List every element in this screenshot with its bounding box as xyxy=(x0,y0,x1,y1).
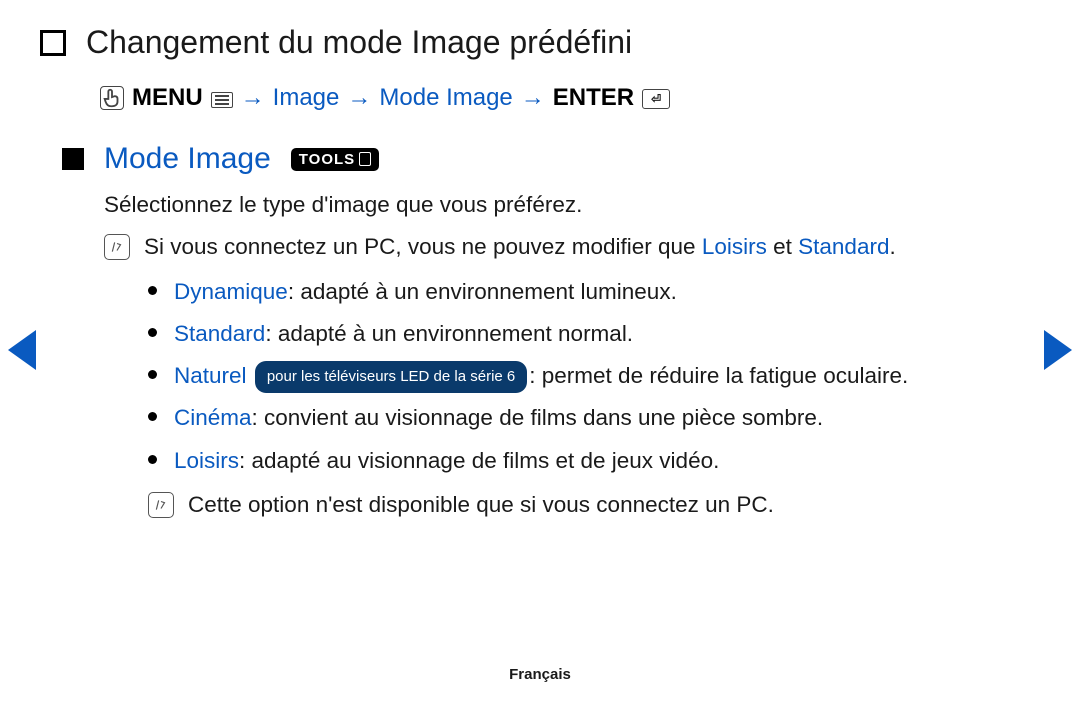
note1-standard: Standard xyxy=(798,234,889,259)
menu-icon xyxy=(211,92,233,108)
mode-label: Cinéma xyxy=(174,405,252,430)
hand-pointer-icon xyxy=(100,86,124,110)
prev-page-arrow-icon[interactable] xyxy=(8,330,36,370)
note2-text: Cette option n'est disponible que si vou… xyxy=(188,486,774,524)
arrow-icon: → xyxy=(347,84,371,112)
note-pc-only: Cette option n'est disponible que si vou… xyxy=(148,486,1020,524)
section-heading-row: Mode Image TOOLS xyxy=(62,142,379,176)
naturel-series-badge: pour les téléviseurs LED de la série 6 xyxy=(255,361,527,393)
arrow-icon: → xyxy=(241,84,265,112)
section-title: Mode Image xyxy=(104,142,271,176)
mode-desc: : convient au visionnage de films dans u… xyxy=(252,405,824,430)
mode-desc: : adapté à un environnement normal. xyxy=(265,321,633,346)
outline-square-bullet-icon xyxy=(40,30,66,56)
intro-text: Sélectionnez le type d'image que vous pr… xyxy=(104,186,1020,224)
mode-loisirs: Loisirs: adapté au visionnage de films e… xyxy=(148,442,1020,480)
tools-label: TOOLS xyxy=(299,151,355,168)
mode-standard: Standard: adapté à un environnement norm… xyxy=(148,315,1020,353)
mode-desc: : adapté à un environnement lumineux. xyxy=(288,279,677,304)
note-pc-modes: Si vous connectez un PC, vous ne pouvez … xyxy=(104,228,1020,266)
note-icon xyxy=(148,492,174,518)
mode-naturel: Naturel pour les téléviseurs LED de la s… xyxy=(148,357,1020,395)
mode-label: Loisirs xyxy=(174,448,239,473)
mode-label: Standard xyxy=(174,321,265,346)
nav-step-mode-image: Mode Image xyxy=(379,84,512,112)
enter-label: ENTER xyxy=(553,84,634,112)
note-text: Si vous connectez un PC, vous ne pouvez … xyxy=(144,228,896,266)
next-page-arrow-icon[interactable] xyxy=(1044,330,1072,370)
mode-list: Dynamique: adapté à un environnement lum… xyxy=(148,273,1020,480)
mode-dynamique: Dynamique: adapté à un environnement lum… xyxy=(148,273,1020,311)
mode-label: Naturel xyxy=(174,363,247,388)
note1-and: et xyxy=(767,234,798,259)
tools-badge: TOOLS xyxy=(291,148,379,171)
menu-path: MENU → Image → Mode Image → ENTER ⏎ xyxy=(100,84,670,112)
note1-prefix: Si vous connectez un PC, vous ne pouvez … xyxy=(144,234,702,259)
menu-label: MENU xyxy=(132,84,203,112)
nav-step-image: Image xyxy=(273,84,340,112)
mode-label: Dynamique xyxy=(174,279,288,304)
tools-icon xyxy=(359,152,371,166)
solid-square-bullet-icon xyxy=(62,148,84,170)
mode-desc: : adapté au visionnage de films et de je… xyxy=(239,448,719,473)
page: Changement du mode Image prédéfini MENU … xyxy=(0,0,1080,705)
arrow-icon: → xyxy=(521,84,545,112)
enter-icon: ⏎ xyxy=(642,89,670,109)
footer-language: Français xyxy=(0,666,1080,683)
mode-cinema: Cinéma: convient au visionnage de films … xyxy=(148,399,1020,437)
mode-desc: : permet de réduire la fatigue oculaire. xyxy=(529,363,908,388)
page-title: Changement du mode Image prédéfini xyxy=(86,24,632,61)
page-title-row: Changement du mode Image prédéfini xyxy=(40,24,632,61)
note-icon xyxy=(104,234,130,260)
note1-loisirs: Loisirs xyxy=(702,234,767,259)
body-content: Sélectionnez le type d'image que vous pr… xyxy=(104,186,1020,524)
note1-suffix: . xyxy=(889,234,895,259)
